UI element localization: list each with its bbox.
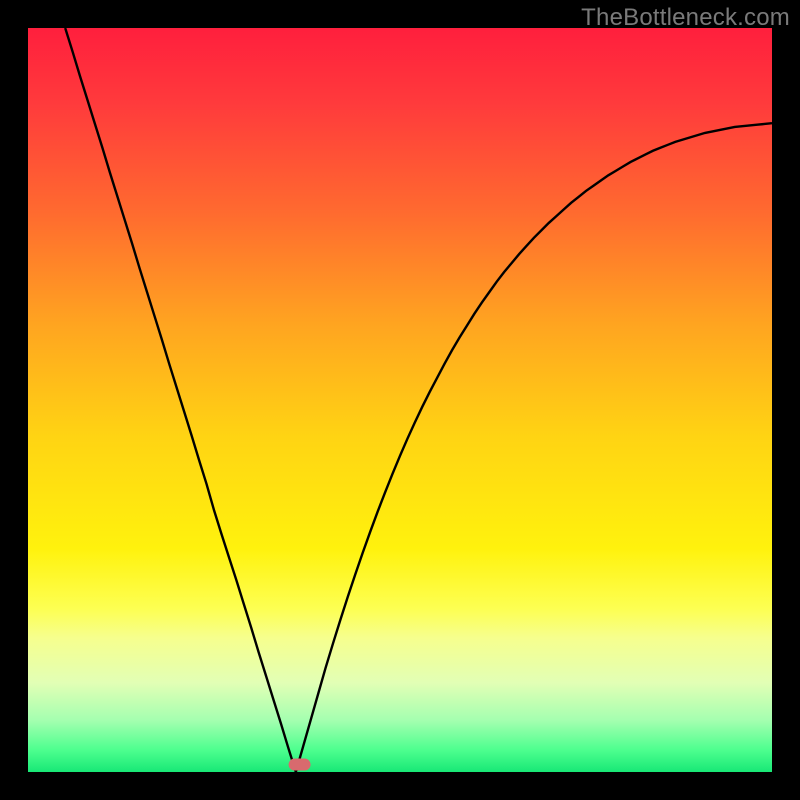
chart-background: [28, 28, 772, 772]
chart-frame: [28, 28, 772, 772]
bottleneck-chart: [28, 28, 772, 772]
optimal-marker: [289, 759, 311, 771]
